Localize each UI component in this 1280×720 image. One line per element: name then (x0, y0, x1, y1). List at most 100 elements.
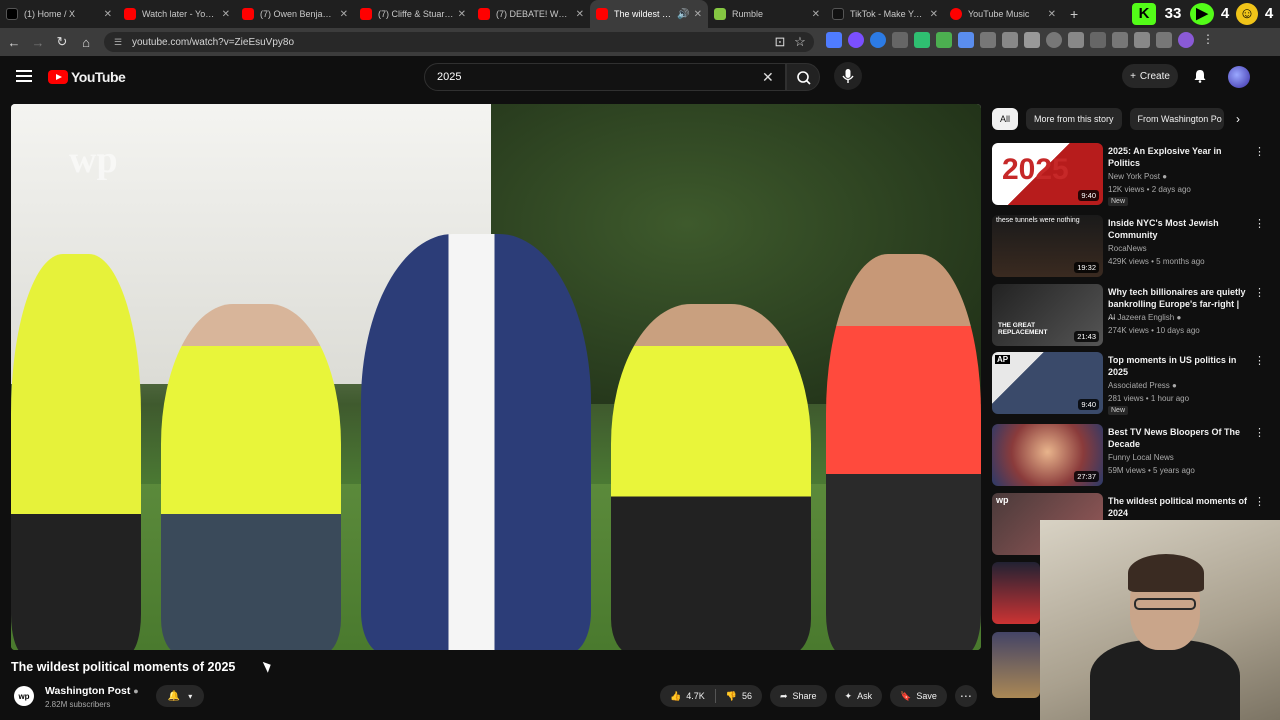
close-icon[interactable]: ✕ (340, 9, 348, 20)
recommendation-channel[interactable]: Associated Press ● (1108, 381, 1177, 390)
browser-tab[interactable]: TikTok - Make Your ✕ (826, 0, 944, 28)
president-figure (361, 234, 591, 650)
more-options-icon[interactable]: ⋮ (1254, 145, 1265, 158)
reload-icon[interactable]: ↻ (50, 34, 74, 50)
video-player[interactable]: wp (11, 104, 981, 650)
save-button[interactable]: 🔖 Save (890, 685, 947, 707)
profile-icon[interactable] (1178, 32, 1194, 48)
history-icon[interactable] (1046, 32, 1062, 48)
close-icon[interactable]: ✕ (576, 9, 584, 20)
video-thumbnail[interactable] (992, 632, 1040, 698)
extension-icon[interactable] (1156, 32, 1172, 48)
extension-icon[interactable] (870, 32, 886, 48)
voice-search-button[interactable] (834, 62, 862, 90)
extension-icon[interactable] (892, 32, 908, 48)
search-button[interactable] (786, 63, 820, 91)
dislike-button[interactable]: 👎 56 (716, 685, 762, 707)
ask-button[interactable]: ✦ Ask (834, 685, 883, 707)
more-actions-button[interactable]: ⋯ (954, 685, 977, 707)
browser-tab[interactable]: (1) Home / X ✕ (0, 0, 118, 28)
new-tab-button[interactable]: + (1062, 6, 1086, 22)
more-options-icon[interactable]: ⋮ (1254, 495, 1265, 508)
site-info-icon[interactable]: ☰ (114, 37, 124, 47)
worker-figure (161, 304, 341, 650)
recommendation-item[interactable]: these tunnels were nothing 19:32 Inside … (992, 215, 1265, 281)
forward-icon[interactable]: → (26, 35, 50, 50)
video-thumbnail[interactable]: 2025 9:40 (992, 143, 1103, 205)
browser-tab[interactable]: YouTube Music ✕ (944, 0, 1062, 28)
clear-search-icon[interactable]: ✕ (762, 69, 774, 86)
recommendation-item[interactable]: THE GREAT REPLACEMENT 21:43 Why tech bil… (992, 284, 1265, 350)
close-icon[interactable]: ✕ (104, 9, 112, 20)
glasses (1134, 598, 1196, 610)
search-input[interactable]: 2025 (424, 63, 786, 91)
extension-icon[interactable] (980, 32, 996, 48)
subscription-bell-button[interactable]: 🔔 ▾ (156, 685, 204, 707)
recommendation-channel[interactable]: RocaNews (1108, 244, 1147, 253)
extension-icon[interactable] (848, 32, 864, 48)
close-icon[interactable]: ✕ (694, 9, 702, 20)
browser-tab[interactable]: Watch later - YouTube✕ (118, 0, 236, 28)
close-icon[interactable]: ✕ (222, 9, 230, 20)
extension-icon[interactable] (914, 32, 930, 48)
recommendation-item[interactable]: AP 9:40 Top moments in US politics in 20… (992, 352, 1265, 418)
like-button[interactable]: 👍 4.7K (660, 685, 715, 707)
share-icon: ➦ (779, 690, 788, 701)
recommendation-title[interactable]: Inside NYC's Most Jewish Community (1108, 217, 1248, 241)
devtools-icon[interactable] (1090, 32, 1106, 48)
menu-icon[interactable]: ⋮ (1200, 32, 1216, 48)
more-options-icon[interactable]: ⋮ (1254, 286, 1265, 299)
extension-icon[interactable] (1068, 32, 1084, 48)
more-options-icon[interactable]: ⋮ (1254, 217, 1265, 230)
close-icon[interactable]: ✕ (812, 9, 820, 20)
chevron-right-icon[interactable]: › (1236, 112, 1240, 126)
recommendation-channel[interactable]: New York Post ● (1108, 172, 1167, 181)
browser-tab[interactable]: Rumble ✕ (708, 0, 826, 28)
video-thumbnail[interactable]: 27:37 (992, 424, 1103, 486)
more-options-icon[interactable]: ⋮ (1254, 354, 1265, 367)
chip-from-washington-post[interactable]: From Washington Po (1129, 108, 1224, 130)
bookmark-star-icon[interactable]: ☆ (788, 34, 812, 50)
close-icon[interactable]: ✕ (1048, 9, 1056, 20)
recommendation-channel[interactable]: Funny Local News (1108, 453, 1174, 462)
browser-tab[interactable]: (7) Owen Benjamin ✕ (236, 0, 354, 28)
channel-avatar[interactable]: wp (14, 686, 34, 706)
chip-all[interactable]: All (992, 108, 1019, 130)
browser-tab[interactable]: (7) Cliffe & Stuart K ✕ (354, 0, 472, 28)
close-icon[interactable]: ✕ (930, 9, 938, 20)
video-thumbnail[interactable] (992, 562, 1040, 624)
address-bar[interactable]: ☰ youtube.com/watch?v=ZieEsuVpy8o (104, 32, 814, 52)
home-icon[interactable]: ⌂ (74, 35, 98, 50)
extension-icon[interactable] (1002, 32, 1018, 48)
recommendation-title[interactable]: The wildest political moments of 2024 (1108, 495, 1248, 519)
recommendation-title[interactable]: 2025: An Explosive Year in Politics (1108, 145, 1248, 169)
extension-icon[interactable] (826, 32, 842, 48)
extension-icon[interactable] (1134, 32, 1150, 48)
channel-name[interactable]: Washington Post ● (45, 685, 139, 697)
chip-more-from-story[interactable]: More from this story (1026, 108, 1122, 130)
recommendation-channel[interactable]: Al Jazeera English ● (1108, 313, 1181, 322)
browser-tab-active[interactable]: The wildest poli 🔊 ✕ (590, 0, 708, 28)
menu-icon[interactable] (16, 70, 32, 82)
back-icon[interactable]: ← (2, 35, 26, 50)
extension-icon[interactable] (936, 32, 952, 48)
sidebar-icon[interactable] (1112, 32, 1128, 48)
extension-icon[interactable] (958, 32, 974, 48)
recommendation-item[interactable]: 2025 9:40 2025: An Explosive Year in Pol… (992, 143, 1265, 209)
video-thumbnail[interactable]: THE GREAT REPLACEMENT 21:43 (992, 284, 1103, 346)
browser-tab[interactable]: (7) DEBATE! Who A ✕ (472, 0, 590, 28)
recommendation-item[interactable]: 27:37 Best TV News Bloopers Of The Decad… (992, 424, 1265, 490)
more-options-icon[interactable]: ⋮ (1254, 426, 1265, 439)
video-thumbnail[interactable]: these tunnels were nothing 19:32 (992, 215, 1103, 277)
account-avatar[interactable] (1228, 66, 1250, 88)
youtube-logo[interactable]: YouTube (48, 69, 126, 85)
speaker-icon[interactable]: 🔊 (677, 9, 689, 20)
create-button[interactable]: + Create (1122, 64, 1178, 88)
recommendation-title[interactable]: Best TV News Bloopers Of The Decade (1108, 426, 1248, 450)
notifications-bell-icon[interactable] (1192, 68, 1208, 84)
close-icon[interactable]: ✕ (458, 9, 466, 20)
share-button[interactable]: ➦ Share (769, 685, 827, 707)
recommendation-title[interactable]: Top moments in US politics in 2025 (1108, 354, 1248, 378)
video-thumbnail[interactable]: AP 9:40 (992, 352, 1103, 414)
puzzle-icon[interactable] (1024, 32, 1040, 48)
